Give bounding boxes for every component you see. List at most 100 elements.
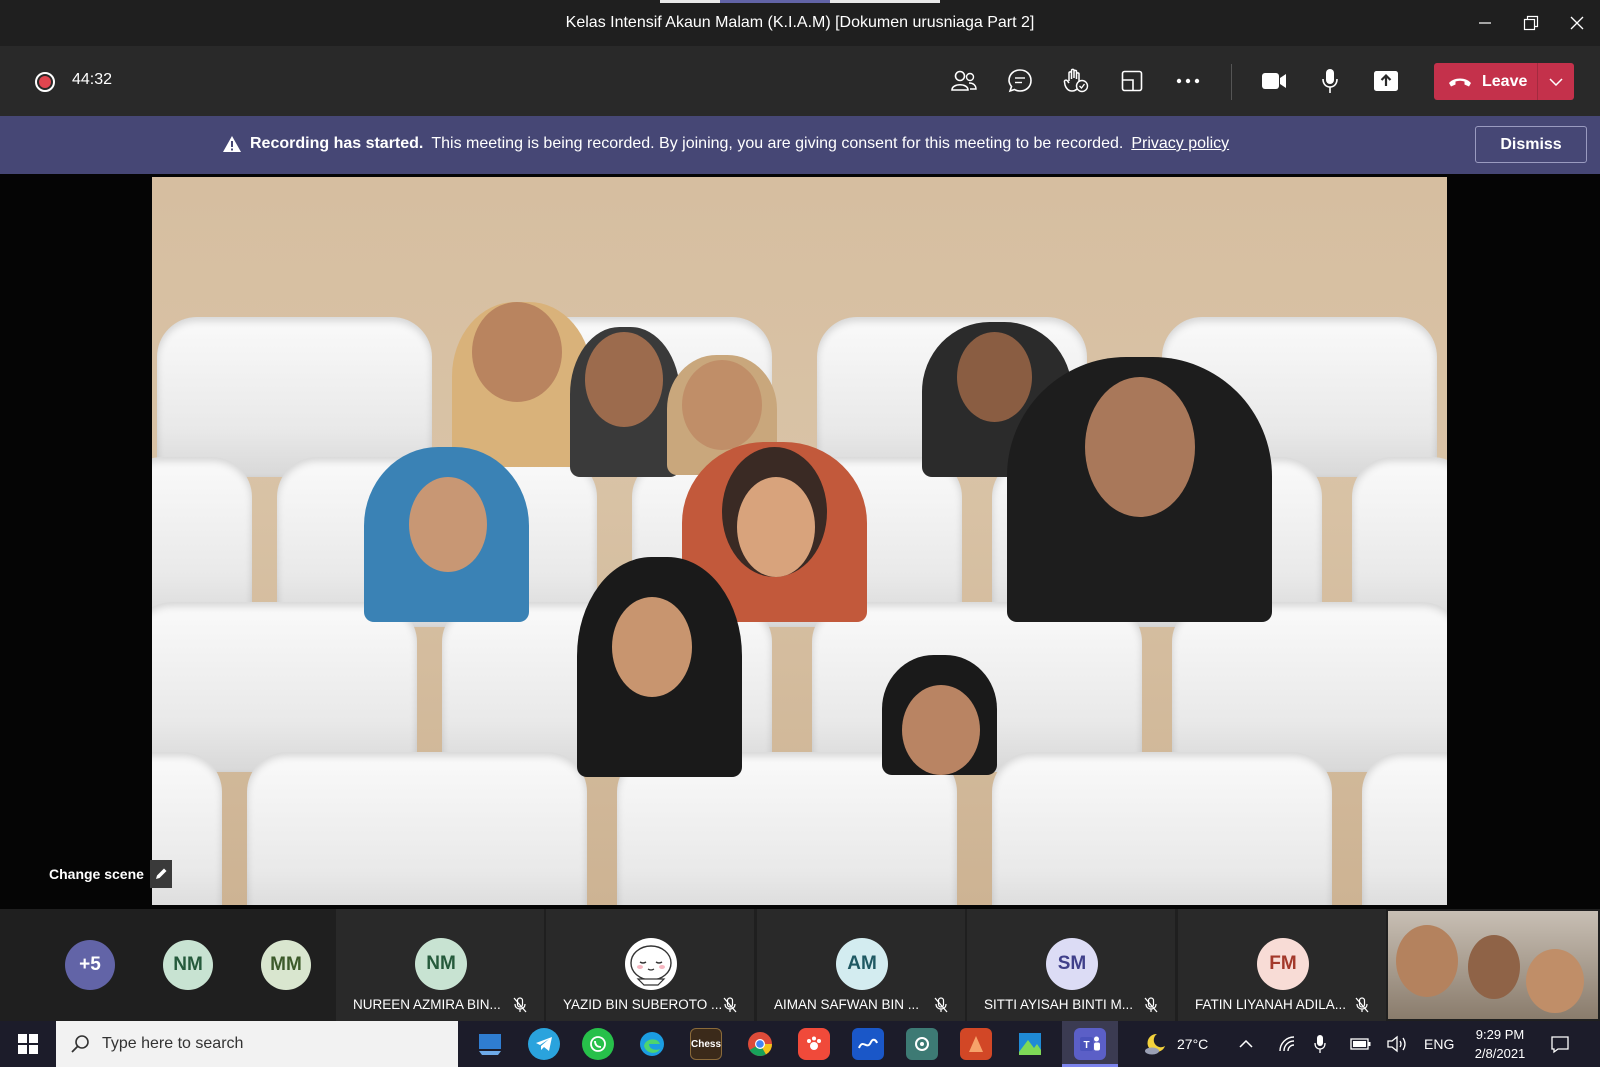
volume-button[interactable] — [1386, 1021, 1408, 1067]
mic-muted-icon — [1355, 997, 1369, 1013]
participant-avatar[interactable]: NM — [163, 940, 213, 990]
input-language-button[interactable]: ENG — [1424, 1021, 1454, 1067]
dismiss-button[interactable]: Dismiss — [1475, 126, 1587, 163]
video-face — [1468, 935, 1520, 999]
paw-icon — [807, 1036, 821, 1050]
taskbar-app-teams[interactable]: T — [1074, 1028, 1106, 1060]
edge-browser-icon — [640, 1032, 664, 1056]
restore-button[interactable] — [1508, 0, 1554, 46]
participant-tile[interactable]: NM NUREEN AZMIRA BIN... — [336, 909, 544, 1021]
chat-icon — [1008, 69, 1032, 93]
taskbar-app-maps[interactable] — [1014, 1028, 1046, 1060]
share-screen-icon — [1374, 71, 1398, 91]
weather-widget[interactable]: 27°C — [1143, 1021, 1208, 1067]
chevron-down-icon — [1549, 77, 1563, 86]
leave-options-button[interactable] — [1538, 77, 1574, 86]
battery-button[interactable] — [1350, 1021, 1372, 1067]
camera-button[interactable] — [1256, 63, 1292, 99]
recording-banner: Recording has started. This meeting is b… — [0, 116, 1600, 174]
show-hidden-icons-button[interactable] — [1239, 1021, 1253, 1067]
participant-name: NUREEN AZMIRA BIN... — [353, 997, 501, 1012]
taskbar-app-chess[interactable]: Chess — [690, 1028, 722, 1060]
leave-button[interactable]: Leave — [1434, 63, 1574, 100]
close-window-button[interactable] — [1554, 0, 1600, 46]
participant-avatar: AM — [836, 938, 888, 990]
temperature: 27°C — [1177, 1036, 1209, 1052]
taskbar-app-settings[interactable] — [906, 1028, 938, 1060]
participant-avatar-sticker — [625, 938, 677, 990]
windows-logo-icon — [18, 1034, 38, 1054]
speaker-icon — [1387, 1035, 1406, 1053]
notification-icon — [1551, 1036, 1569, 1054]
restore-icon — [1523, 15, 1539, 31]
participant-tile[interactable]: FM FATIN LIYANAH ADILA... — [1178, 909, 1386, 1021]
tray-microphone-button[interactable] — [1314, 1021, 1326, 1067]
participant-avatar[interactable]: MM — [261, 940, 311, 990]
taskbar-app-whatsapp[interactable] — [582, 1028, 614, 1060]
taskbar-app-telegram[interactable] — [528, 1028, 560, 1060]
telegram-icon — [536, 1037, 552, 1051]
warning-icon — [223, 136, 241, 152]
participant-name: AIMAN SAFWAN BIN ... — [774, 997, 920, 1012]
minimize-button[interactable] — [1462, 0, 1508, 46]
chat-button[interactable] — [1002, 63, 1038, 99]
video-face — [1396, 925, 1458, 997]
pencil-icon — [149, 860, 172, 888]
participant-tile[interactable]: YAZID BIN SUBEROTO ... — [546, 909, 754, 1021]
teams-icon: T — [1080, 1036, 1100, 1051]
people-icon — [951, 70, 977, 91]
participant-name: SITTI AYISAH BINTI M... — [984, 997, 1134, 1012]
meeting-controls-bar: 44:32 Leave — [0, 46, 1600, 116]
taskbar-app-paw[interactable] — [798, 1028, 830, 1060]
participant-avatar: FM — [1257, 938, 1309, 990]
search-icon — [71, 1035, 89, 1053]
more-icon — [1176, 78, 1200, 84]
overflow-participants-button[interactable]: +5 — [65, 940, 115, 990]
svg-text:T: T — [1084, 1040, 1090, 1051]
taskbar-app-folder[interactable] — [474, 1028, 506, 1060]
computer-icon — [479, 1034, 501, 1055]
taskbar-app-chrome[interactable] — [744, 1028, 776, 1060]
action-center-button[interactable] — [1550, 1021, 1570, 1067]
taskbar-app-edge[interactable] — [636, 1028, 668, 1060]
leave-main[interactable]: Leave — [1434, 63, 1538, 100]
change-scene-label: Change scene — [49, 866, 144, 882]
auditorium-seat — [247, 752, 587, 905]
participant-name: FATIN LIYANAH ADILA... — [1195, 997, 1347, 1012]
taskbar-clock[interactable]: 9:29 PM 2/8/2021 — [1468, 1025, 1532, 1063]
auditorium-seat — [992, 752, 1332, 905]
gear-icon — [915, 1037, 929, 1051]
participants-button[interactable] — [946, 63, 982, 99]
windows-taskbar: Type here to search Chess T 27°C ENG 9:2… — [0, 1021, 1600, 1067]
change-scene-button[interactable]: Change scene — [49, 860, 172, 888]
taskbar-app-office[interactable] — [960, 1028, 992, 1060]
start-button[interactable] — [0, 1021, 56, 1067]
share-button[interactable] — [1368, 63, 1404, 99]
taskbar-app-whiteboard[interactable] — [852, 1028, 884, 1060]
taskbar-search-box[interactable]: Type here to search — [56, 1021, 458, 1067]
window-buttons — [1462, 0, 1600, 46]
participant-avatar: NM — [415, 938, 467, 990]
more-actions-button[interactable] — [1170, 63, 1206, 99]
camera-icon — [1262, 73, 1286, 89]
self-view-video[interactable] — [1388, 911, 1598, 1019]
raise-hand-button[interactable] — [1058, 63, 1094, 99]
participant-video-cutout — [364, 447, 529, 622]
participant-tile[interactable]: AM AIMAN SAFWAN BIN ... — [757, 909, 965, 1021]
rooms-button[interactable] — [1114, 63, 1150, 99]
image-editor-icon — [1019, 1033, 1041, 1055]
search-placeholder: Type here to search — [102, 1035, 244, 1052]
auditorium-seat — [152, 602, 417, 772]
together-mode-scene — [152, 177, 1447, 905]
moon-weather-icon — [1145, 1033, 1165, 1055]
privacy-policy-link[interactable]: Privacy policy — [1131, 135, 1229, 153]
clock-time: 9:29 PM — [1475, 1027, 1525, 1042]
participant-video-cutout — [882, 655, 997, 775]
mic-muted-icon — [723, 997, 737, 1013]
participant-tile[interactable]: SM SITTI AYISAH BINTI M... — [967, 909, 1175, 1021]
recording-icon — [35, 72, 55, 92]
banner-text: Recording has started. This meeting is b… — [222, 135, 1229, 153]
network-button[interactable] — [1278, 1021, 1298, 1067]
microphone-button[interactable] — [1312, 63, 1348, 99]
toolbar-divider — [1231, 64, 1232, 100]
